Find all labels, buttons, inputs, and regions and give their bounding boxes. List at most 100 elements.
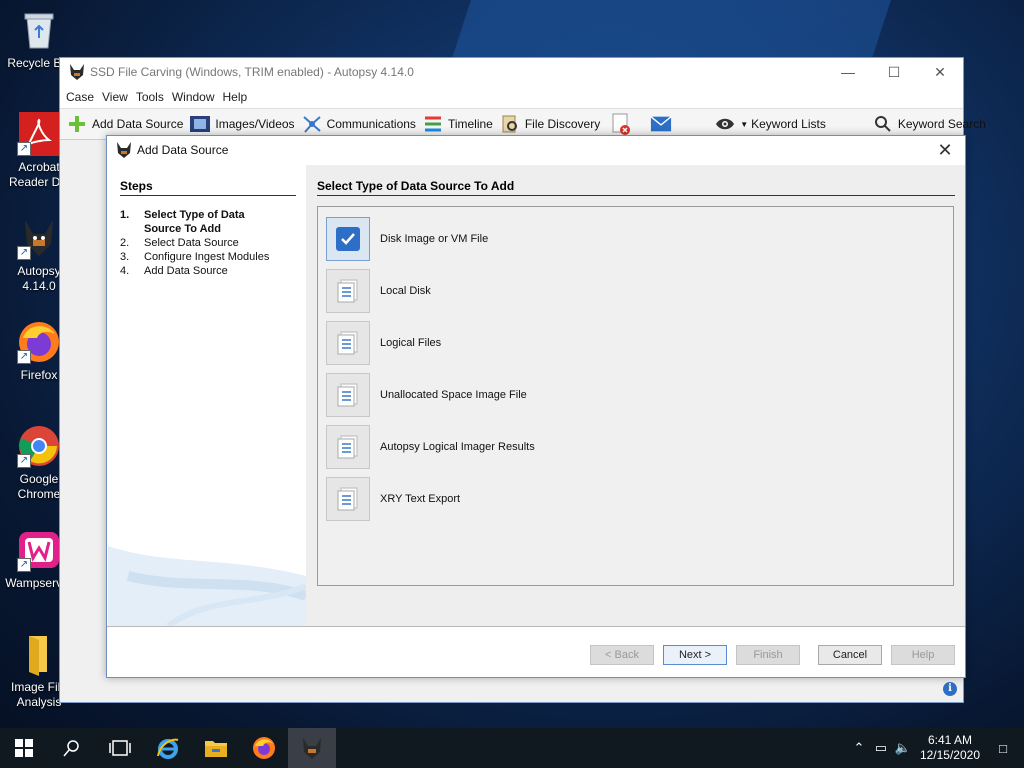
timeline-icon <box>422 113 444 135</box>
menu-view[interactable]: View <box>98 90 132 104</box>
task-view-button[interactable] <box>96 728 144 768</box>
step-item: 4. Add Data Source <box>120 265 228 277</box>
step-item: 3. Configure Ingest Modules <box>120 251 270 263</box>
shortcut-arrow-icon: ↗ <box>17 246 31 260</box>
firefox-icon: ↗ <box>17 320 61 364</box>
shortcut-arrow-icon: ↗ <box>17 454 31 468</box>
communications-button[interactable]: Communications <box>301 113 416 135</box>
dialog-close-button[interactable]: ✕ <box>925 140 965 161</box>
clock-time: 6:41 AM <box>927 733 972 747</box>
decorative-swoosh-graphic <box>108 546 306 626</box>
steps-panel: Steps 1. Select Type of Data Source To A… <box>108 165 306 626</box>
chevron-up-icon[interactable]: ⌃ <box>848 740 870 756</box>
option-xry-text-export[interactable]: XRY Text Export <box>326 476 460 522</box>
taskbar: ⌃ ▭ 🔈 6:41 AM 12/15/2020 □ <box>0 728 1024 768</box>
network-icon[interactable]: ▭ <box>870 740 892 756</box>
shortcut-arrow-icon: ↗ <box>17 350 31 364</box>
envelope-icon <box>650 113 672 135</box>
start-button[interactable] <box>0 728 48 768</box>
close-case-button[interactable] <box>610 113 636 135</box>
shortcut-arrow-icon: ↗ <box>17 142 31 156</box>
menu-window[interactable]: Window <box>168 90 219 104</box>
document-icon <box>326 269 370 313</box>
windows-logo-icon <box>15 739 33 757</box>
dialog-button-row: < Back Next > Finish Cancel Help <box>581 645 955 665</box>
back-button[interactable]: < Back <box>590 645 654 665</box>
taskbar-autopsy[interactable] <box>288 728 336 768</box>
search-icon <box>872 113 894 135</box>
option-unallocated-space[interactable]: Unallocated Space Image File <box>326 372 527 418</box>
search-taskbar-button[interactable] <box>48 728 96 768</box>
close-case-icon <box>610 113 632 135</box>
file-discovery-icon <box>499 113 521 135</box>
task-view-icon <box>109 740 131 756</box>
email-button[interactable] <box>650 113 676 135</box>
folder-icon <box>205 741 227 757</box>
plus-icon <box>66 113 88 135</box>
menu-help[interactable]: Help <box>219 90 252 104</box>
chrome-icon: ↗ <box>17 424 61 468</box>
dialog-titlebar[interactable]: Add Data Source ✕ <box>107 136 965 164</box>
document-icon <box>326 321 370 365</box>
autopsy-dog-icon: ↗ <box>17 216 61 260</box>
next-button[interactable]: Next > <box>663 645 727 665</box>
taskbar-clock[interactable]: 6:41 AM 12/15/2020 <box>920 733 980 763</box>
timeline-button[interactable]: Timeline <box>422 113 493 135</box>
document-icon <box>326 477 370 521</box>
dropdown-arrow-icon: ▼ <box>740 119 749 129</box>
window-title: SSD File Carving (Windows, TRIM enabled)… <box>90 65 414 79</box>
info-icon[interactable]: i <box>943 682 957 696</box>
step-item: 2. Select Data Source <box>120 237 239 249</box>
search-icon <box>63 740 79 757</box>
gallery-icon <box>189 113 211 135</box>
internet-explorer-icon <box>157 738 179 759</box>
taskbar-ie[interactable] <box>144 728 192 768</box>
option-logical-imager[interactable]: Autopsy Logical Imager Results <box>326 424 535 470</box>
close-window-button[interactable]: ✕ <box>917 58 963 86</box>
window-titlebar[interactable]: SSD File Carving (Windows, TRIM enabled)… <box>60 58 963 86</box>
taskbar-firefox[interactable] <box>240 728 288 768</box>
firefox-icon <box>253 737 275 759</box>
file-discovery-button[interactable]: File Discovery <box>499 113 600 135</box>
keyword-search-button[interactable]: Keyword Search <box>872 113 986 135</box>
data-source-type-list: Disk Image or VM File Local Disk Logical… <box>317 206 954 586</box>
option-disk-image[interactable]: Disk Image or VM File <box>326 216 488 262</box>
clock-date: 12/15/2020 <box>919 748 980 762</box>
wampserver-icon: ↗ <box>17 528 61 572</box>
folder-icon <box>17 632 61 676</box>
option-logical-files[interactable]: Logical Files <box>326 320 441 366</box>
autopsy-dog-icon <box>303 738 321 759</box>
acrobat-icon: ↗ <box>17 112 61 156</box>
status-bar: i <box>60 678 963 702</box>
checkbox-checked-icon <box>326 217 370 261</box>
steps-list: 1. Select Type of Data Source To Add 2. … <box>120 208 306 278</box>
maximize-button[interactable]: ☐ <box>871 58 917 86</box>
eye-icon <box>714 113 736 135</box>
document-icon <box>326 373 370 417</box>
communications-icon <box>301 113 323 135</box>
option-local-disk[interactable]: Local Disk <box>326 268 431 314</box>
images-videos-button[interactable]: Images/Videos <box>189 113 295 135</box>
keyword-lists-button[interactable]: ▼ Keyword Lists <box>714 113 826 135</box>
minimize-button[interactable]: — <box>825 58 871 86</box>
steps-heading: Steps <box>120 179 296 196</box>
autopsy-app-icon <box>68 63 86 81</box>
volume-muted-icon[interactable]: 🔈 <box>892 740 914 756</box>
dialog-title: Add Data Source <box>137 143 229 157</box>
step-item: 1. Select Type of Data Source To Add <box>120 209 245 235</box>
menu-bar: Case View Tools Window Help <box>60 86 963 108</box>
content-heading: Select Type of Data Source To Add <box>317 179 955 196</box>
menu-case[interactable]: Case <box>62 90 98 104</box>
menu-tools[interactable]: Tools <box>132 90 168 104</box>
dialog-separator <box>107 626 965 627</box>
taskbar-file-explorer[interactable] <box>192 728 240 768</box>
recycle-bin-icon <box>17 8 61 52</box>
finish-button[interactable]: Finish <box>736 645 800 665</box>
document-icon <box>326 425 370 469</box>
notification-icon[interactable]: □ <box>992 741 1014 756</box>
help-button[interactable]: Help <box>891 645 955 665</box>
cancel-button[interactable]: Cancel <box>818 645 882 665</box>
add-data-source-dialog: Add Data Source ✕ Steps 1. Select Type o… <box>106 135 966 678</box>
add-data-source-button[interactable]: Add Data Source <box>66 113 183 135</box>
system-tray: ⌃ ▭ 🔈 6:41 AM 12/15/2020 □ <box>848 728 1024 768</box>
